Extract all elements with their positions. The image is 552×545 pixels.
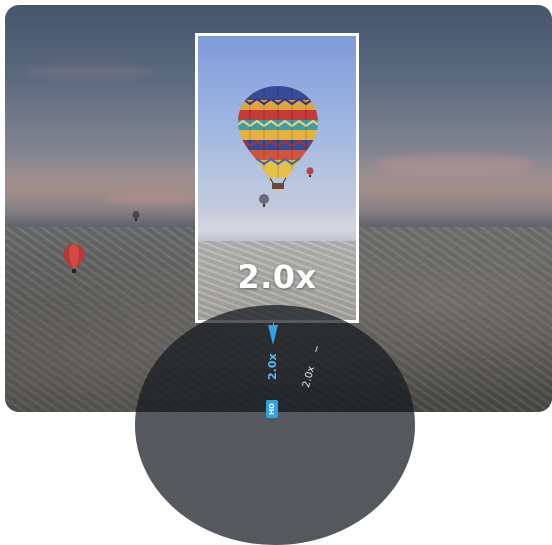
hd-badge: HD <box>266 400 278 418</box>
pink-cloud <box>375 153 535 175</box>
hd-badge-label: HD <box>267 403 276 415</box>
pink-cloud <box>105 193 205 205</box>
distant-balloon-icon <box>259 194 269 207</box>
current-zoom-value[interactable]: 2.0x <box>266 353 279 380</box>
distant-balloon-icon <box>132 211 140 221</box>
zoom-level-overlay: 2.0x <box>237 258 317 296</box>
zoom-preview-frame: 2.0x <box>195 33 359 323</box>
distant-balloon-icon <box>306 167 314 177</box>
pink-cloud <box>25 65 155 79</box>
zoom-pointer-icon <box>268 325 278 345</box>
horizon-haze <box>198 206 356 246</box>
distant-balloon-icon <box>63 244 85 273</box>
